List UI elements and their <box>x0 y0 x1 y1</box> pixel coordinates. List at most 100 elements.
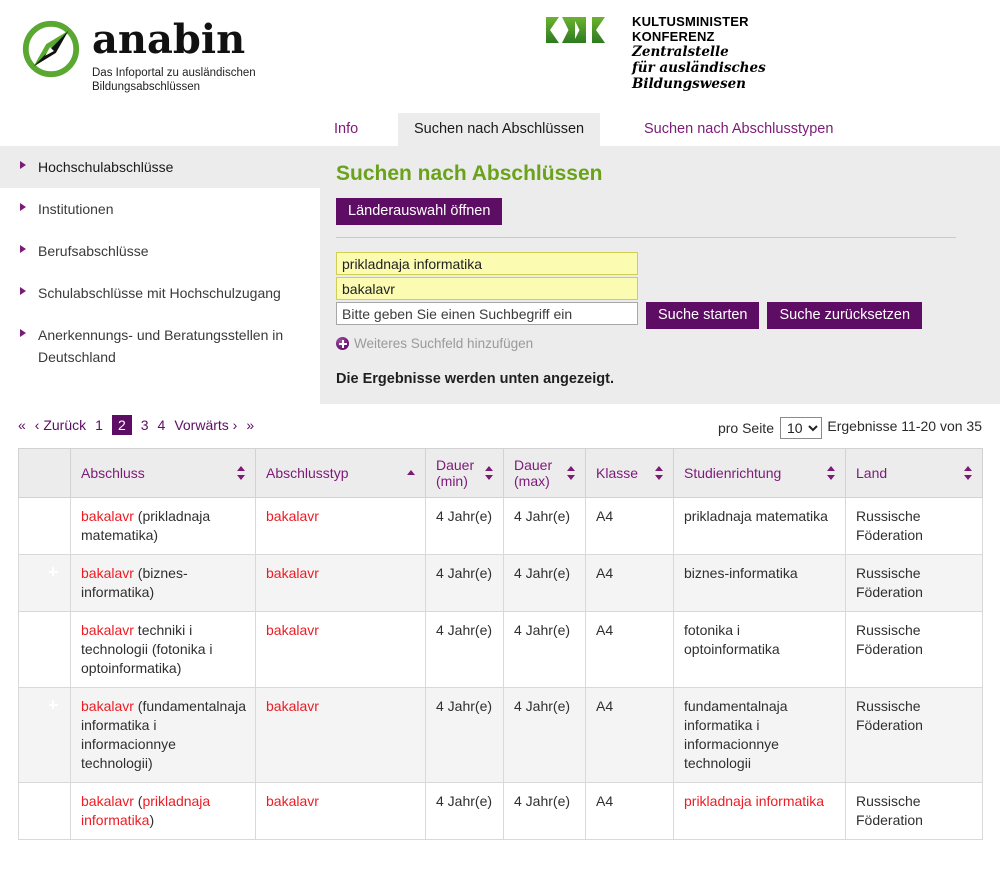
search-match-text: bakalavr <box>81 565 134 581</box>
results-note: Die Ergebnisse werden unten angezeigt. <box>336 371 614 387</box>
cell-studienrichtung: fundamentalnaja informatika i informacio… <box>673 687 846 783</box>
cell-abschluss[interactable]: bakalavr (biznes-informatika) <box>70 554 256 612</box>
sort-toggle-icon[interactable] <box>827 465 836 481</box>
per-page-select[interactable]: 10 <box>780 417 822 439</box>
plus-circle-icon <box>336 337 349 350</box>
col-klasse[interactable]: Klasse <box>585 448 674 498</box>
start-search-button[interactable]: Suche starten <box>646 302 760 329</box>
search-match-text: bakalavr <box>266 508 319 524</box>
kmk-line3: Zentralstelle <box>632 44 729 60</box>
cell-abschlusstyp[interactable]: bakalavr <box>255 497 426 555</box>
country-select-button[interactable]: Länderauswahl öffnen <box>336 198 503 225</box>
expand-row-button[interactable] <box>18 554 71 612</box>
kmk-line1: KULTUSMINISTER <box>632 14 749 29</box>
sidebar-item-anerkennungsstellen[interactable]: Anerkennungs- und Beratungsstellen in De… <box>0 314 320 378</box>
col-dauer-max[interactable]: Dauer (max) <box>503 448 586 498</box>
sort-ascending-icon[interactable] <box>407 465 416 481</box>
cell-abschluss[interactable]: bakalavr (prikladnaja informatika) <box>70 782 256 840</box>
add-search-field-button[interactable]: Weiteres Suchfeld hinzufügen <box>336 336 974 351</box>
cell-dauer-max: 4 Jahr(e) <box>503 497 586 555</box>
search-action-row: Suche starten Suche zurücksetzen <box>336 302 974 329</box>
cell-land: Russische Föderation <box>845 782 983 840</box>
cell-abschlusstyp[interactable]: bakalavr <box>255 554 426 612</box>
page-last-button[interactable]: » <box>246 417 254 433</box>
cell-text: 4 Jahr(e) <box>514 565 571 581</box>
cell-abschluss[interactable]: bakalavr (prikladnaja matematika) <box>70 497 256 555</box>
tab-suchen-nach-abschlusstypen[interactable]: Suchen nach Abschlusstypen <box>644 113 833 146</box>
page-first-button[interactable]: « <box>18 417 26 433</box>
expand-row-button[interactable] <box>18 687 71 783</box>
sidebar-item-schulabschluesse[interactable]: Schulabschlüsse mit Hochschulzugang <box>0 272 320 314</box>
col-abschlusstyp[interactable]: Abschlusstyp <box>255 448 426 498</box>
sidebar-item-berufsabschluesse[interactable]: Berufsabschlüsse <box>0 230 320 272</box>
cell-text: 4 Jahr(e) <box>514 793 571 809</box>
cell-text: 4 Jahr(e) <box>514 622 571 638</box>
cell-text: Russische Föderation <box>856 622 923 657</box>
chevron-right-icon <box>20 287 26 295</box>
search-input-2[interactable] <box>336 277 638 300</box>
sidebar-item-hochschulabschluesse[interactable]: Hochschulabschlüsse <box>0 146 320 188</box>
cell-klasse: A4 <box>585 782 674 840</box>
results-table: Abschluss Abschlusstyp Dauer (min) Dauer… <box>18 448 983 840</box>
kmk-logo[interactable]: KULTUSMINISTER KONFERENZ Zentralstelle f… <box>546 14 766 92</box>
page-prev-button[interactable]: ‹ Zurück <box>35 417 86 433</box>
cell-text: A4 <box>596 698 614 714</box>
sidebar-item-label: Schulabschlüsse mit Hochschulzugang <box>38 285 281 301</box>
expand-row-button[interactable] <box>18 611 71 688</box>
cell-abschluss[interactable]: bakalavr techniki i technologii (fotonik… <box>70 611 256 688</box>
page-title: Suchen nach Abschlüssen <box>336 162 603 185</box>
cell-studienrichtung: biznes-informatika <box>673 554 846 612</box>
cell-land: Russische Föderation <box>845 554 983 612</box>
brand-tagline-line1: Das Infoportal zu ausländischen <box>92 67 256 79</box>
kmk-line2: KONFERENZ <box>632 29 715 44</box>
sidebar-item-label: Berufsabschlüsse <box>38 243 149 259</box>
sort-toggle-icon[interactable] <box>237 465 246 481</box>
cell-text: 4 Jahr(e) <box>436 698 493 714</box>
search-input-3[interactable] <box>336 302 638 325</box>
cell-text: Russische Föderation <box>856 508 923 543</box>
page-button-3[interactable]: 3 <box>141 417 149 433</box>
col-dauer-min[interactable]: Dauer (min) <box>425 448 504 498</box>
cell-text: 4 Jahr(e) <box>436 508 493 524</box>
sort-toggle-icon[interactable] <box>485 465 494 481</box>
anabin-logo[interactable]: anabin Das Infoportal zu ausländischen B… <box>20 16 256 94</box>
expand-row-button[interactable] <box>18 497 71 555</box>
search-input-1[interactable] <box>336 252 638 275</box>
cell-abschlusstyp[interactable]: bakalavr <box>255 611 426 688</box>
sidebar-item-label: Anerkennungs- und Beratungsstellen in De… <box>38 327 284 365</box>
page-next-button[interactable]: Vorwärts › <box>174 417 237 433</box>
search-match-text: prikladnaja informatika <box>684 793 825 809</box>
page-button-1[interactable]: 1 <box>95 417 103 433</box>
cell-text: ) <box>149 812 155 828</box>
cell-abschlusstyp[interactable]: bakalavr <box>255 687 426 783</box>
page-header: anabin Das Infoportal zu ausländischen B… <box>0 0 1000 113</box>
cell-klasse: A4 <box>585 687 674 783</box>
cell-abschluss[interactable]: bakalavr (fundamentalnaja informatika i … <box>70 687 256 783</box>
cell-studienrichtung[interactable]: prikladnaja informatika <box>673 782 846 840</box>
sidebar-item-institutionen[interactable]: Institutionen <box>0 188 320 230</box>
cell-dauer-min: 4 Jahr(e) <box>425 782 504 840</box>
search-match-text: bakalavr <box>266 622 319 638</box>
cell-dauer-max: 4 Jahr(e) <box>503 782 586 840</box>
table-row: bakalavr (biznes-informatika) bakalavr 4 J… <box>18 554 983 612</box>
search-match-text: bakalavr <box>81 698 134 714</box>
sort-toggle-icon[interactable] <box>964 465 973 481</box>
cell-abschlusstyp[interactable]: bakalavr <box>255 782 426 840</box>
col-abschluss[interactable]: Abschluss <box>70 448 256 498</box>
expand-row-button[interactable] <box>18 782 71 840</box>
cell-text: Russische Föderation <box>856 698 923 733</box>
sort-toggle-icon[interactable] <box>655 465 664 481</box>
cell-dauer-max: 4 Jahr(e) <box>503 554 586 612</box>
cell-text: 4 Jahr(e) <box>436 565 493 581</box>
col-label: Abschlusstyp <box>266 465 349 481</box>
tab-suchen-nach-abschluessen[interactable]: Suchen nach Abschlüssen <box>398 113 601 146</box>
chevron-right-icon <box>20 203 26 211</box>
tab-info[interactable]: Info <box>334 113 358 146</box>
page-button-4[interactable]: 4 <box>158 417 166 433</box>
kmk-line5: Bildungswesen <box>632 76 746 92</box>
brand-name: anabin <box>92 16 246 63</box>
sort-toggle-icon[interactable] <box>567 465 576 481</box>
col-studienrichtung[interactable]: Studienrichtung <box>673 448 846 498</box>
reset-search-button[interactable]: Suche zurücksetzen <box>767 302 923 329</box>
col-land[interactable]: Land <box>845 448 983 498</box>
